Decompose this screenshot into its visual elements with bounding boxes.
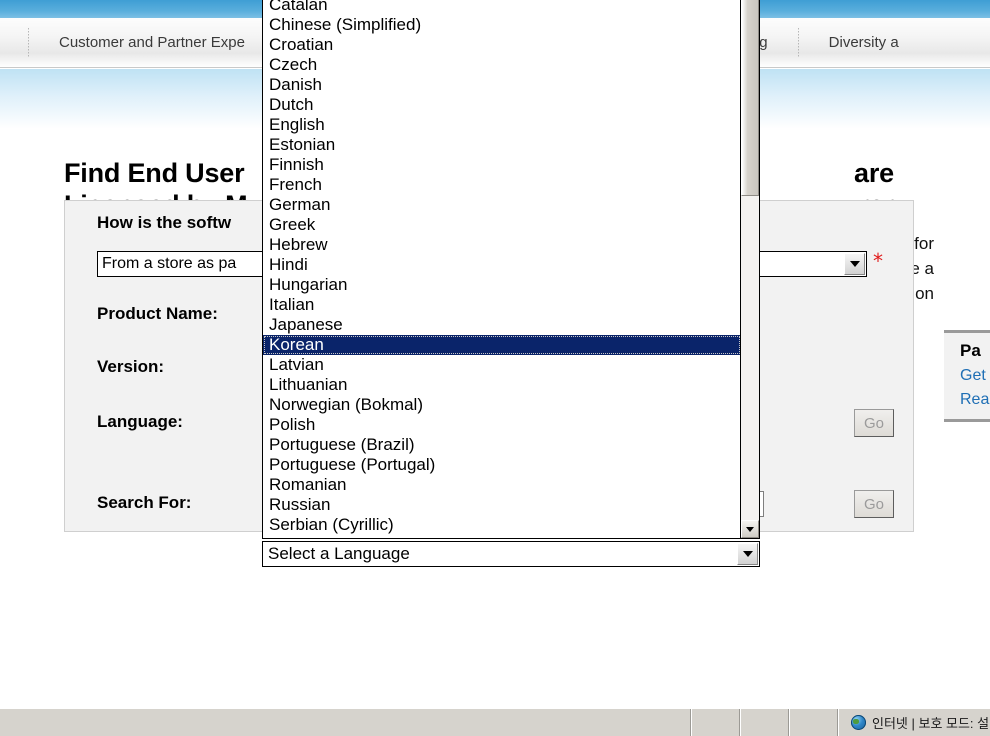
acquired-select-arrow-button[interactable] [844,253,865,275]
page-title-right1: are [854,158,894,188]
language-option[interactable]: Danish [263,75,741,95]
acquired-select-value: From a store as pa [102,255,237,272]
language-option[interactable]: English [263,115,741,135]
language-option[interactable]: Serbian (Cyrillic) [263,515,741,535]
side-panel-link-1[interactable]: Get [960,367,990,385]
security-zone-indicator[interactable]: 인터넷 | 보호 모드: 설 [838,709,990,736]
language-option[interactable]: Catalan [263,0,741,15]
related-side-panel: Pa Get Rea [944,330,990,422]
status-bar-cell [740,709,789,736]
security-zone-label: 인터넷 | 보호 모드: 설 [872,716,990,731]
dropdown-scrollbar-thumb[interactable] [741,0,759,196]
language-go-button[interactable]: Go [854,409,894,437]
language-option[interactable]: Dutch [263,95,741,115]
side-panel-link-2[interactable]: Rea [960,391,990,409]
nav-item-diversity[interactable]: Diversity a [799,18,929,68]
language-select-arrow-button[interactable] [737,543,758,565]
chevron-down-icon [849,261,860,267]
language-option[interactable]: Russian [263,495,741,515]
language-option[interactable]: Polish [263,415,741,435]
language-option[interactable]: Finnish [263,155,741,175]
language-option[interactable]: Hungarian [263,275,741,295]
language-label: Language: [97,412,183,431]
language-option[interactable]: Japanese [263,315,741,335]
search-go-button[interactable]: Go [854,490,894,518]
language-select-value: Select a Language [268,544,410,563]
page-title-line1: Find End User [64,158,245,188]
language-option-list[interactable]: Catalan Chinese (Simplified) Croatian Czech… [263,0,741,535]
language-option[interactable]: German [263,195,741,215]
language-option[interactable]: Chinese (Simplified) [263,15,741,35]
dropdown-scroll-down-button[interactable] [741,520,759,538]
language-option[interactable]: Croatian [263,35,741,55]
nav-item-customer-partner[interactable]: Customer and Partner Expe [29,18,275,68]
status-bar-cell [789,709,838,736]
language-option[interactable]: Czech [263,55,741,75]
browser-page: Customer and Partner Expe omputing Diver… [0,0,990,736]
status-bar: 인터넷 | 보호 모드: 설 [0,708,990,736]
language-option[interactable]: Portuguese (Portugal) [263,455,741,475]
language-option[interactable]: Hebrew [263,235,741,255]
language-select[interactable]: Select a Language [262,541,760,567]
chevron-down-icon [742,551,753,557]
language-dropdown-popup[interactable]: Catalan Chinese (Simplified) Croatian Czech… [262,0,760,539]
acquired-question-label: How is the softw [97,213,232,232]
version-label: Version: [97,357,165,376]
side-panel-title: Pa [960,341,981,360]
language-option[interactable]: Greek [263,215,741,235]
language-option[interactable]: Korean [263,335,741,355]
language-option[interactable]: French [263,175,741,195]
globe-icon [851,715,866,730]
language-option[interactable]: Lithuanian [263,375,741,395]
language-option[interactable]: Latvian [263,355,741,375]
language-option[interactable]: Hindi [263,255,741,275]
dropdown-scrollbar[interactable] [740,0,759,538]
status-bar-cell [691,709,740,736]
search-for-label: Search For: [97,493,192,512]
status-bar-message-area [0,709,691,736]
language-option[interactable]: Norwegian (Bokmal) [263,395,741,415]
product-name-label: Product Name: [97,304,218,323]
chevron-down-icon [746,526,754,532]
language-option[interactable]: Estonian [263,135,741,155]
language-option[interactable]: Romanian [263,475,741,495]
language-option[interactable]: Portuguese (Brazil) [263,435,741,455]
language-option[interactable]: Italian [263,295,741,315]
acquired-required-asterisk: * [873,249,883,273]
